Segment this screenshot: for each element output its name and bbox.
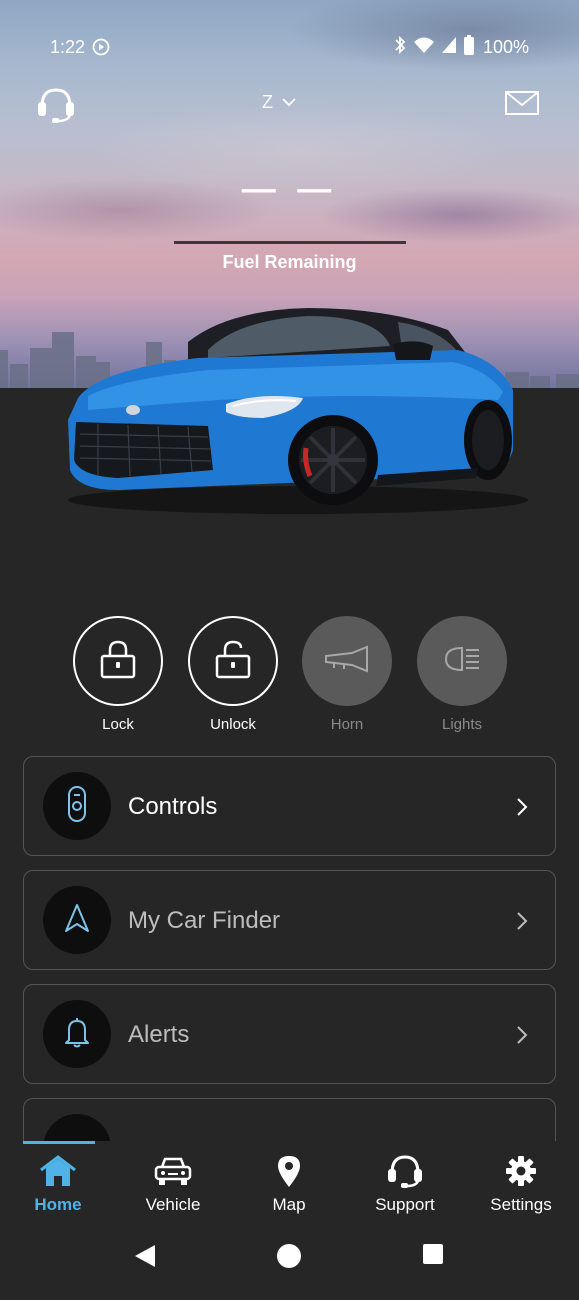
lights-label: Lights <box>441 716 483 733</box>
chevron-right-icon <box>515 1025 529 1050</box>
nav-map-label: Map <box>272 1195 306 1214</box>
chevron-right-icon <box>515 911 529 936</box>
unlock-circle <box>188 616 278 706</box>
chevron-right-icon <box>515 797 529 822</box>
lock-icon <box>99 639 137 684</box>
lock-circle <box>73 616 163 706</box>
headset-icon <box>350 1153 460 1189</box>
menu-card-alerts[interactable]: Alerts <box>23 984 556 1084</box>
alerts-label: Alerts <box>128 1021 190 1048</box>
vehicle-selector[interactable]: Z <box>262 92 297 113</box>
wifi-icon <box>413 36 435 59</box>
fuel-value: — — <box>241 170 338 208</box>
controls-label: Controls <box>128 793 218 820</box>
lights-circle <box>417 616 507 706</box>
nav-vehicle[interactable]: Vehicle <box>118 1153 228 1215</box>
controls-icon-circle <box>43 772 111 840</box>
nav-home-label: Home <box>34 1195 82 1214</box>
chevron-down-icon <box>281 94 297 112</box>
cell-signal-icon <box>441 36 457 59</box>
status-time: 1:22 <box>50 37 86 57</box>
recents-icon[interactable] <box>422 1243 444 1270</box>
play-circle-icon <box>92 38 110 61</box>
horn-label: Horn <box>330 716 364 733</box>
fuel-label: Fuel Remaining <box>222 252 357 272</box>
vehicle-name: Z <box>262 92 273 112</box>
headset-icon <box>34 88 78 128</box>
fuel-gauge-bar <box>174 241 406 244</box>
nav-vehicle-label: Vehicle <box>145 1195 201 1214</box>
bottom-navigation: Home Vehicle Map Support Settings <box>0 1141 579 1221</box>
car-finder-icon-circle <box>43 886 111 954</box>
bell-icon <box>63 1016 91 1053</box>
battery-icon <box>463 35 475 60</box>
lights-button[interactable]: Lights <box>416 616 508 733</box>
nav-home[interactable]: Home <box>3 1153 113 1215</box>
nav-settings[interactable]: Settings <box>466 1153 576 1215</box>
system-navigation-bar <box>0 1221 579 1300</box>
menu-card-controls[interactable]: Controls <box>23 756 556 856</box>
support-headset-button[interactable] <box>34 84 78 124</box>
alerts-icon-circle <box>43 1000 111 1068</box>
unlock-label: Unlock <box>210 716 256 733</box>
bluetooth-icon <box>393 35 407 60</box>
nav-settings-label: Settings <box>490 1195 552 1214</box>
back-icon[interactable] <box>133 1243 157 1274</box>
lock-button[interactable]: Lock <box>72 616 164 733</box>
home-circle-icon[interactable] <box>276 1243 302 1274</box>
headlight-icon <box>442 644 482 679</box>
vehicle-image <box>68 308 528 514</box>
active-tab-indicator <box>23 1141 95 1144</box>
my-car-finder-label: My Car Finder <box>128 907 281 934</box>
quick-actions: Lock Unlock Horn Lights <box>0 616 579 736</box>
nav-map[interactable]: Map <box>234 1153 344 1215</box>
car-icon <box>118 1153 228 1189</box>
mail-icon <box>504 91 540 122</box>
horn-circle <box>302 616 392 706</box>
home-icon <box>3 1153 113 1189</box>
horn-icon <box>324 644 370 679</box>
lock-label: Lock <box>102 716 134 733</box>
navigation-arrow-icon <box>63 902 91 939</box>
horn-button[interactable]: Horn <box>301 616 393 733</box>
nav-support-label: Support <box>375 1195 435 1214</box>
battery-percent: 100% <box>482 37 529 57</box>
remote-key-icon <box>66 785 88 828</box>
status-icons: 100% <box>393 35 529 60</box>
unlock-icon <box>214 639 252 684</box>
nav-support[interactable]: Support <box>350 1153 460 1215</box>
status-bar: 1:22 100% <box>0 30 579 64</box>
map-pin-icon <box>234 1153 344 1189</box>
menu-card-my-car-finder[interactable]: My Car Finder <box>23 870 556 970</box>
messages-button[interactable] <box>504 88 540 118</box>
unlock-button[interactable]: Unlock <box>187 616 279 733</box>
gear-icon <box>466 1153 576 1189</box>
